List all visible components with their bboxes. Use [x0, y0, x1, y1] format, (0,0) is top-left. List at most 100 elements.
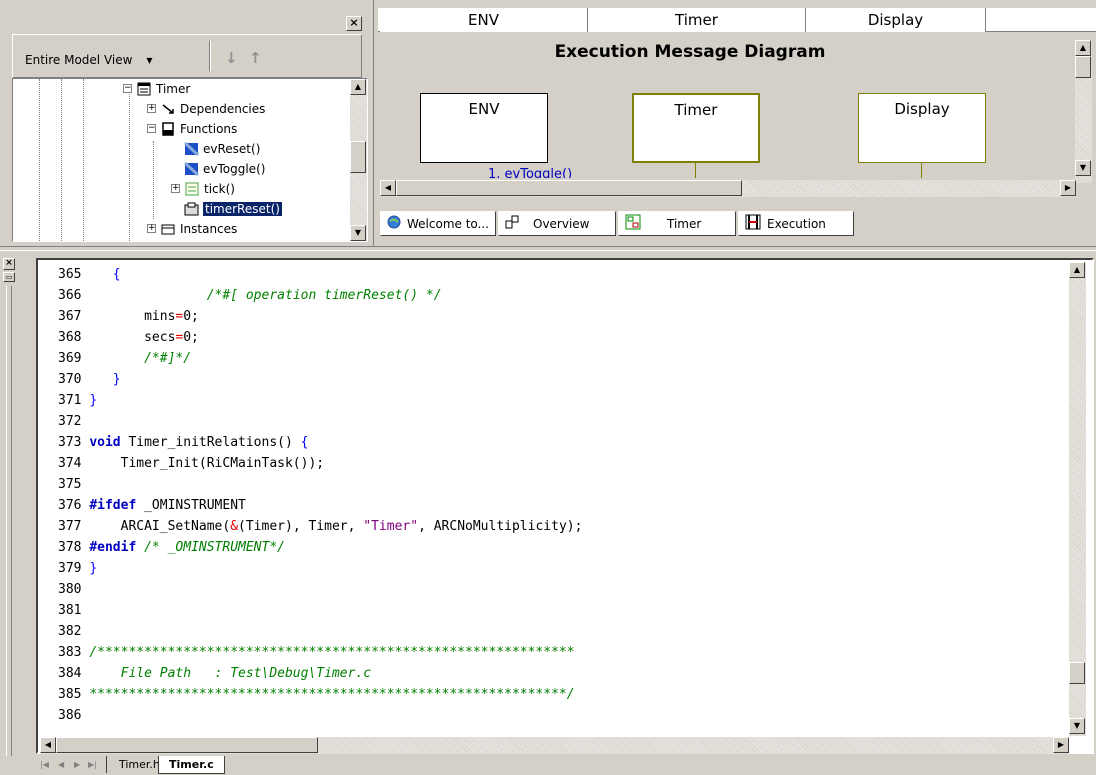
tree-guide-line [61, 79, 62, 241]
arrow-up-icon[interactable]: ↑ [249, 49, 265, 67]
sequence-diagram-icon [745, 214, 761, 233]
code-line: 372 [58, 414, 82, 429]
tab-label: Overview [533, 216, 590, 231]
scroll-up-icon[interactable]: ▲ [1069, 262, 1085, 278]
code-line: 374 Timer_Init(RiCMainTask()); [58, 456, 325, 471]
scroll-left-icon[interactable]: ◀ [40, 737, 56, 753]
code-line: 383 /***********************************… [58, 645, 575, 660]
next-tab-icon[interactable]: ▶ [74, 760, 80, 769]
tab-timer[interactable]: Timer [618, 211, 736, 236]
scroll-thumb[interactable] [1069, 662, 1085, 684]
file-tab-timer-h[interactable]: Timer.h [106, 756, 166, 773]
code-line: 381 [58, 603, 82, 618]
folder-icon [160, 121, 176, 136]
tree-item-timerreset[interactable]: timerReset() [183, 199, 282, 218]
scroll-thumb[interactable] [56, 737, 318, 753]
tree-item-evreset[interactable]: evReset() [183, 139, 260, 158]
dependency-icon [160, 101, 176, 116]
close-icon[interactable]: × [346, 16, 362, 31]
docking-grip[interactable] [6, 286, 12, 756]
tree-guide-line [153, 141, 154, 219]
tree-item-evtoggle[interactable]: evToggle() [183, 159, 265, 178]
scroll-down-icon[interactable]: ▼ [1075, 160, 1091, 176]
browser-toolbar: Entire Model View ▼ ↓ ↑ [12, 34, 362, 78]
tree-item-functions[interactable]: − Functions [147, 119, 237, 138]
operation-icon [183, 201, 199, 216]
diagram-vertical-scrollbar[interactable]: ▲ ▼ [1075, 40, 1092, 183]
view-dropdown[interactable]: Entire Model View ▼ [25, 50, 205, 70]
overview-icon [505, 215, 519, 232]
file-tab-timer-c[interactable]: Timer.c [158, 756, 225, 774]
editor-gutter: × ▭ [0, 252, 20, 775]
code-line: 375 [58, 477, 82, 492]
scroll-thumb[interactable] [350, 141, 366, 173]
code-line: 379 } [58, 561, 98, 576]
scroll-down-icon[interactable]: ▼ [350, 225, 366, 241]
scroll-thumb[interactable] [396, 180, 742, 196]
scroll-thumb[interactable] [1075, 56, 1091, 78]
editor-vertical-scrollbar[interactable]: ▲ ▼ [1069, 262, 1086, 736]
tab-execution[interactable]: Execution [738, 211, 854, 236]
tab-overview[interactable]: Overview [498, 211, 616, 236]
model-tree: − Timer + Dependencies − Functions evRes… [12, 78, 368, 242]
tree-guide-line [129, 91, 130, 241]
file-tab-bar: |◀ ◀ ▶ ▶| Timer.h Timer.c [36, 756, 1096, 775]
tree-item-label: evToggle() [203, 161, 266, 176]
view-dropdown-label: Entire Model View [25, 53, 133, 67]
event-reception-icon [183, 161, 199, 176]
tab-label: Timer [667, 216, 702, 231]
expand-icon[interactable]: + [147, 104, 156, 113]
operation-icon [184, 181, 200, 196]
code-line: 371 } [58, 393, 98, 408]
expand-icon[interactable]: + [171, 184, 180, 193]
collapse-icon[interactable]: − [147, 124, 156, 133]
tree-item-label: Instances [180, 221, 238, 236]
globe-icon [387, 215, 401, 232]
diagram-panel: ENV Timer Display Execution Message Diag… [378, 0, 1096, 246]
scroll-up-icon[interactable]: ▲ [1075, 40, 1091, 56]
tree-item-label: tick() [204, 181, 235, 196]
lifeline-timer[interactable]: Timer [632, 93, 760, 163]
tab-welcome[interactable]: Welcome to... [380, 211, 496, 236]
scroll-right-icon[interactable]: ▶ [1060, 180, 1076, 196]
diagram-horizontal-scrollbar[interactable]: ◀ ▶ [380, 180, 1076, 197]
tree-item-label: evReset() [203, 141, 261, 156]
code-editor[interactable]: 365 { 366 /*#[ operation timerReset() */… [40, 262, 1067, 736]
lifeline-env[interactable]: ENV [420, 93, 548, 163]
code-line: 386 [58, 708, 82, 723]
prev-tab-icon[interactable]: ◀ [58, 760, 64, 769]
code-line: 365 { [58, 267, 121, 282]
tree-guide-line [83, 79, 84, 241]
last-tab-icon[interactable]: ▶| [88, 760, 97, 769]
splitter[interactable] [0, 246, 1096, 251]
tree-item-dependencies[interactable]: + Dependencies [147, 99, 265, 118]
scroll-right-icon[interactable]: ▶ [1053, 737, 1069, 753]
code-line: 367 mins=0; [58, 309, 199, 324]
arrow-down-icon[interactable]: ↓ [225, 49, 241, 67]
message-label[interactable]: 1. evToggle() [488, 167, 572, 178]
chevron-down-icon: ▼ [146, 55, 153, 65]
expand-icon[interactable]: + [147, 224, 156, 233]
scroll-up-icon[interactable]: ▲ [350, 79, 366, 95]
first-tab-icon[interactable]: |◀ [40, 760, 49, 769]
editor-horizontal-scrollbar[interactable]: ◀ ▶ [40, 737, 1069, 754]
tree-vertical-scrollbar[interactable]: ▲ ▼ [350, 79, 367, 241]
instances-icon [160, 221, 176, 236]
tree-item-timer[interactable]: − Timer [123, 79, 190, 98]
file-tab-label: Timer.c [169, 758, 214, 771]
file-tab-label: Timer.h [119, 758, 160, 771]
code-line: 368 secs=0; [58, 330, 199, 345]
code-line: 373 void Timer_initRelations() { [58, 435, 309, 450]
tree-item-instances[interactable]: + Instances [147, 219, 237, 238]
close-icon[interactable]: × [3, 258, 15, 270]
tree-item-tick[interactable]: + tick() [171, 179, 235, 198]
lifeline-display[interactable]: Display [858, 93, 986, 163]
tab-label: Welcome to... [407, 216, 489, 231]
tab-label: Execution [767, 216, 826, 231]
restore-icon[interactable]: ▭ [3, 272, 15, 282]
collapse-icon[interactable]: − [123, 84, 132, 93]
lifeline-line [695, 163, 696, 178]
scroll-down-icon[interactable]: ▼ [1069, 718, 1085, 734]
tree-guide-line [39, 79, 40, 241]
scroll-left-icon[interactable]: ◀ [380, 180, 396, 196]
